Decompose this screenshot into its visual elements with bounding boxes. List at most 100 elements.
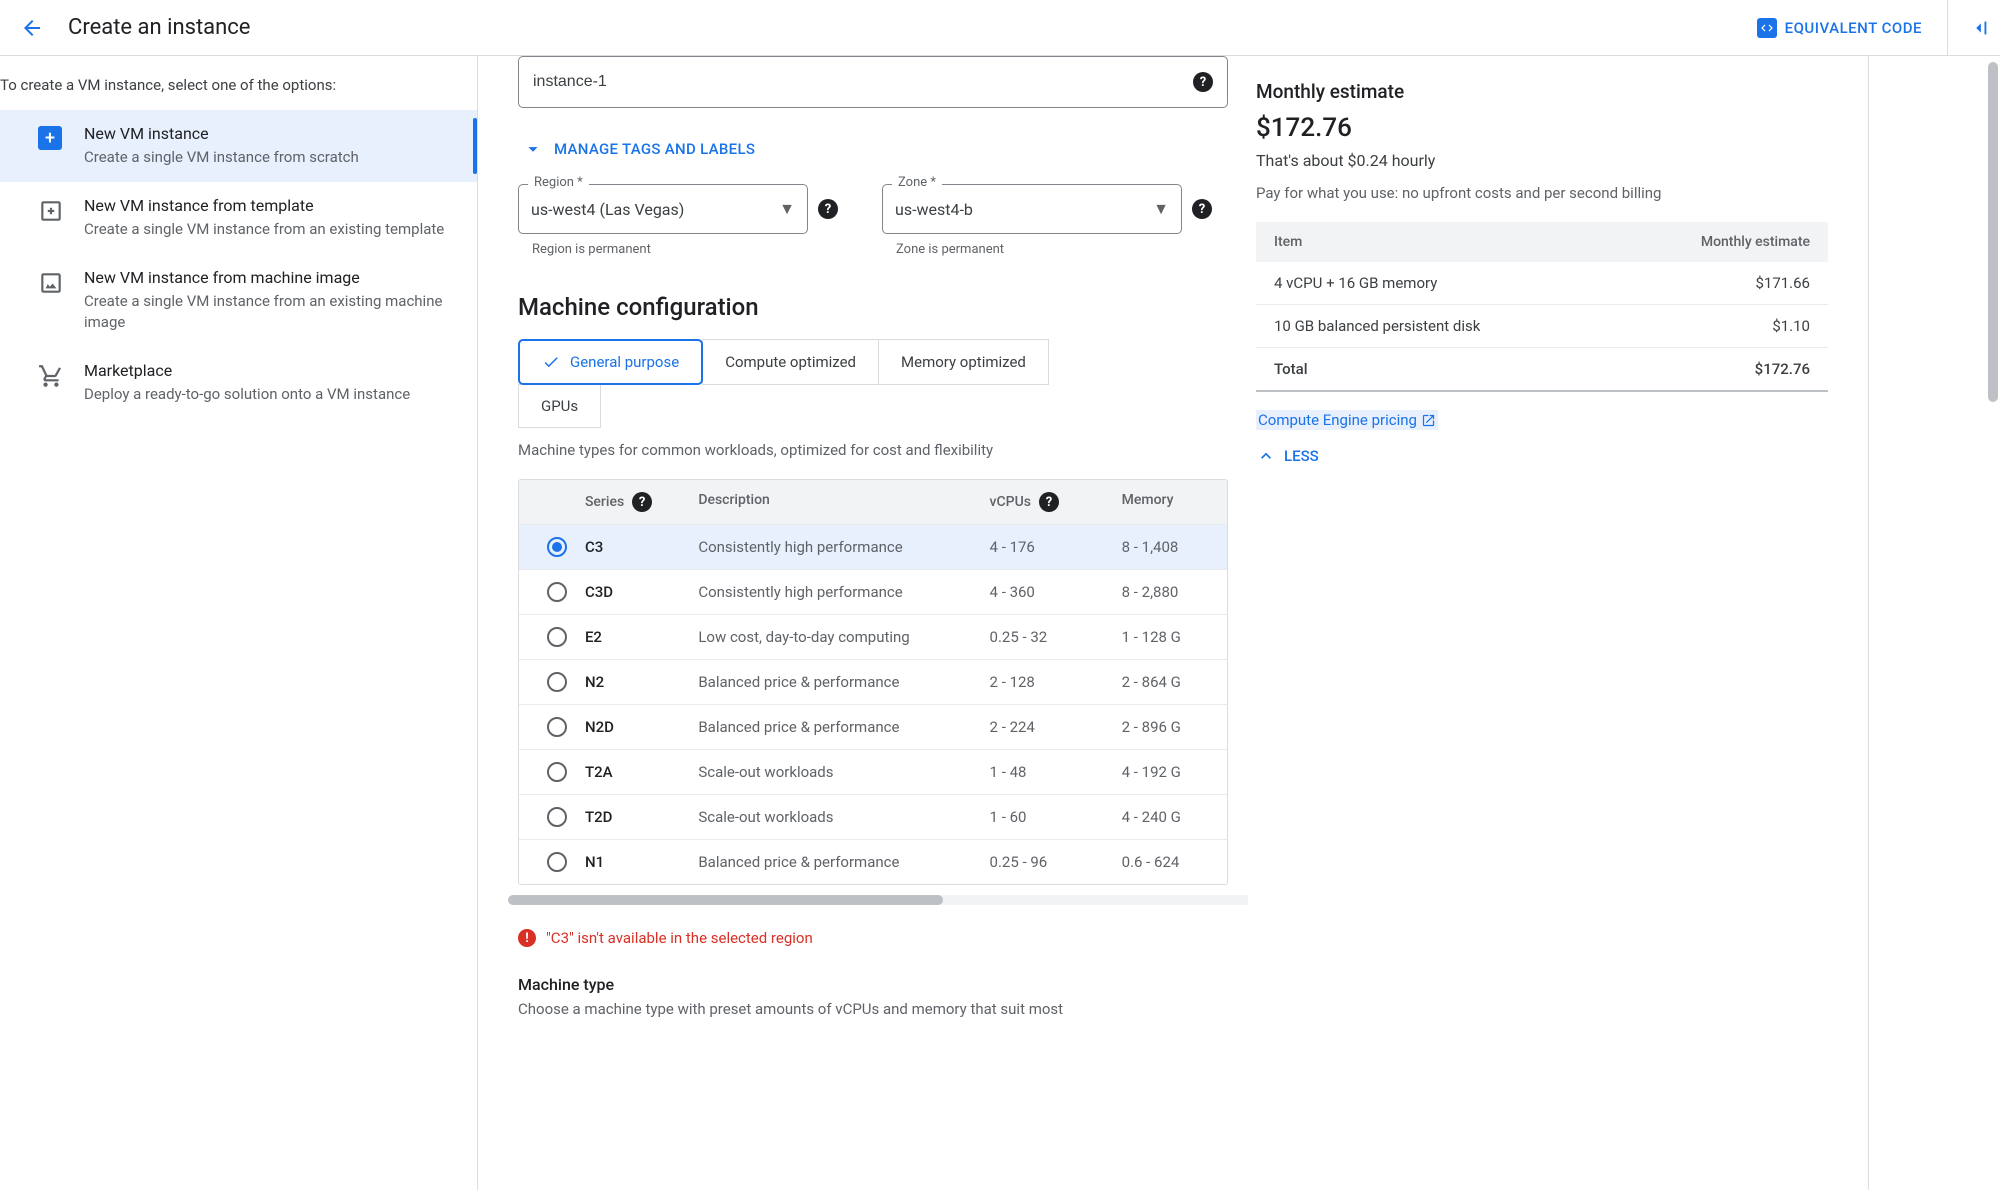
radio-button[interactable] — [547, 717, 567, 737]
series-row[interactable]: C3DConsistently high performance4 - 3608… — [519, 569, 1227, 614]
sidebar-item-machine-image[interactable]: New VM instance from machine image Creat… — [0, 254, 477, 347]
series-mem: 2 - 864 G — [1114, 661, 1227, 703]
series-row[interactable]: T2DScale-out workloads1 - 604 - 240 G — [519, 794, 1227, 839]
series-vcpu: 4 - 360 — [982, 571, 1114, 613]
estimate-panel: Monthly estimate $172.76 That's about $0… — [1248, 56, 1868, 1190]
equivalent-code-button[interactable]: EQUIVALENT CODE — [1757, 18, 1922, 38]
collapse-panel-icon[interactable] — [1947, 0, 1990, 56]
est-col-item: Item — [1256, 222, 1614, 262]
scrollbar-thumb[interactable] — [508, 895, 943, 905]
main-content: ? MANAGE TAGS AND LABELS Region * us-wes… — [478, 56, 2000, 1190]
sidebar-item-desc: Deploy a ready-to-go solution onto a VM … — [84, 384, 457, 405]
sidebar-item-title: New VM instance from machine image — [84, 268, 457, 287]
machine-config-title: Machine configuration — [518, 293, 1228, 321]
series-mem: 8 - 2,880 — [1114, 571, 1227, 613]
series-vcpu: 0.25 - 32 — [982, 616, 1114, 658]
series-row[interactable]: E2Low cost, day-to-day computing0.25 - 3… — [519, 614, 1227, 659]
series-table: Series? Description vCPUs? Memory C3Cons… — [518, 479, 1228, 885]
help-icon[interactable]: ? — [1193, 72, 1213, 92]
less-label: LESS — [1284, 447, 1319, 465]
series-name: T2A — [577, 751, 690, 793]
chevron-down-icon — [522, 138, 544, 160]
series-row[interactable]: C3Consistently high performance4 - 1768 … — [519, 524, 1227, 569]
chevron-up-icon — [1256, 446, 1276, 466]
col-series-label: Series — [585, 494, 624, 510]
series-name: N2D — [577, 706, 690, 748]
tab-memory-optimized[interactable]: Memory optimized — [878, 339, 1049, 385]
zone-select[interactable]: Zone * us-west4-b ▼ — [882, 184, 1182, 234]
series-desc: Low cost, day-to-day computing — [690, 616, 981, 658]
horizontal-scrollbar[interactable] — [508, 895, 1248, 905]
sidebar-item-template[interactable]: New VM instance from template Create a s… — [0, 182, 477, 254]
col-desc-label: Description — [690, 480, 981, 524]
series-row[interactable]: N1Balanced price & performance0.25 - 960… — [519, 839, 1227, 884]
series-row[interactable]: N2Balanced price & performance2 - 1282 -… — [519, 659, 1227, 704]
template-icon — [38, 198, 64, 224]
est-total-label: Total — [1256, 348, 1614, 392]
radio-button[interactable] — [547, 852, 567, 872]
error-text: "C3" isn't available in the selected reg… — [546, 929, 813, 947]
radio-button[interactable] — [547, 672, 567, 692]
series-row[interactable]: T2AScale-out workloads1 - 484 - 192 G — [519, 749, 1227, 794]
check-icon — [542, 353, 560, 371]
tab-compute-optimized[interactable]: Compute optimized — [702, 339, 879, 385]
radio-button[interactable] — [547, 807, 567, 827]
sidebar-item-desc: Create a single VM instance from an exis… — [84, 219, 457, 240]
series-desc: Scale-out workloads — [690, 751, 981, 793]
vertical-scrollbar[interactable] — [1988, 62, 1998, 402]
series-desc: Balanced price & performance — [690, 706, 981, 748]
sidebar-item-desc: Create a single VM instance from an exis… — [84, 291, 457, 333]
tab-label: Memory optimized — [901, 353, 1026, 371]
estimate-row: 4 vCPU + 16 GB memory$171.66 — [1256, 262, 1828, 305]
series-name: C3D — [577, 571, 690, 613]
series-name: N2 — [577, 661, 690, 703]
radio-button[interactable] — [547, 582, 567, 602]
estimate-note: Pay for what you use: no upfront costs a… — [1256, 184, 1828, 202]
tab-gpus[interactable]: GPUs — [518, 384, 601, 428]
dropdown-arrow-icon: ▼ — [1153, 199, 1169, 219]
series-vcpu: 1 - 48 — [982, 751, 1114, 793]
est-col-estimate: Monthly estimate — [1614, 222, 1828, 262]
manage-tags-label: MANAGE TAGS AND LABELS — [554, 140, 755, 158]
instance-name-input[interactable] — [533, 73, 1193, 91]
series-mem: 4 - 240 G — [1114, 796, 1227, 838]
series-name: T2D — [577, 796, 690, 838]
back-arrow-icon[interactable] — [20, 16, 44, 40]
dropdown-arrow-icon: ▼ — [779, 199, 795, 219]
tab-general-purpose[interactable]: General purpose — [518, 339, 703, 385]
est-item: 4 vCPU + 16 GB memory — [1256, 262, 1614, 305]
region-select[interactable]: Region * us-west4 (Las Vegas) ▼ — [518, 184, 808, 234]
sidebar-item-new-vm[interactable]: + New VM instance Create a single VM ins… — [0, 110, 477, 182]
page-title: Create an instance — [68, 15, 250, 40]
instance-name-field[interactable]: ? — [518, 56, 1228, 108]
series-mem: 1 - 128 G — [1114, 616, 1227, 658]
sidebar: To create a VM instance, select one of t… — [0, 56, 478, 1190]
less-toggle[interactable]: LESS — [1256, 446, 1828, 466]
help-icon[interactable]: ? — [632, 492, 652, 512]
sidebar-item-marketplace[interactable]: Marketplace Deploy a ready-to-go solutio… — [0, 347, 477, 419]
series-name: E2 — [577, 616, 690, 658]
help-icon[interactable]: ? — [818, 199, 838, 219]
series-row[interactable]: N2DBalanced price & performance2 - 2242 … — [519, 704, 1227, 749]
zone-label: Zone * — [892, 175, 942, 190]
series-mem: 4 - 192 G — [1114, 751, 1227, 793]
marketplace-icon — [38, 363, 64, 389]
est-value: $1.10 — [1614, 305, 1828, 348]
help-icon[interactable]: ? — [1039, 492, 1059, 512]
radio-button[interactable] — [547, 537, 567, 557]
error-message: ! "C3" isn't available in the selected r… — [518, 929, 1228, 947]
manage-tags-button[interactable]: MANAGE TAGS AND LABELS — [522, 138, 1228, 160]
series-vcpu: 1 - 60 — [982, 796, 1114, 838]
estimate-hourly: That's about $0.24 hourly — [1256, 151, 1828, 170]
estimate-total-row: Total$172.76 — [1256, 348, 1828, 392]
region-hint: Region is permanent — [532, 242, 838, 257]
series-mem: 0.6 - 624 — [1114, 841, 1227, 883]
machine-type-desc: Choose a machine type with preset amount… — [518, 1000, 1228, 1018]
radio-button[interactable] — [547, 627, 567, 647]
est-value: $171.66 — [1614, 262, 1828, 305]
radio-button[interactable] — [547, 762, 567, 782]
series-vcpu: 2 - 224 — [982, 706, 1114, 748]
pricing-link[interactable]: Compute Engine pricing — [1256, 410, 1438, 430]
external-link-icon — [1421, 413, 1436, 428]
help-icon[interactable]: ? — [1192, 199, 1212, 219]
